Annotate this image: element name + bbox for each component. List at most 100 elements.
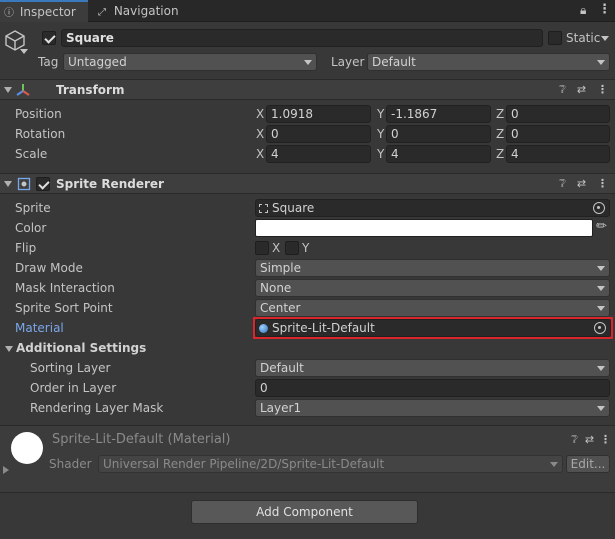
tag-dropdown[interactable]: Untagged — [63, 53, 317, 71]
more-menu-icon[interactable]: ⋮ — [599, 433, 612, 446]
sorting-layer-value: Default — [260, 361, 304, 375]
draw-mode-label: Draw Mode — [15, 261, 83, 275]
chevron-down-icon — [597, 406, 605, 411]
axis-x-label[interactable]: X — [256, 145, 264, 163]
chevron-down-icon — [550, 462, 558, 467]
static-dropdown-icon[interactable] — [601, 36, 609, 41]
more-menu-icon[interactable]: ⋮ — [596, 83, 609, 96]
additional-settings-label[interactable]: Additional Settings — [16, 339, 146, 357]
sprite-sort-point-dropdown[interactable]: Center — [255, 299, 610, 317]
axis-y-label[interactable]: Y — [377, 105, 384, 123]
rendering-layer-mask-dropdown[interactable]: Layer1 — [255, 399, 610, 417]
layer-dropdown[interactable]: Default — [367, 53, 610, 71]
position-label[interactable]: Position — [15, 105, 62, 123]
scale-label[interactable]: Scale — [15, 145, 47, 163]
scale-x-input[interactable]: 4 — [266, 145, 371, 163]
tab-bar: ⓘ Inspector ⤢ Navigation 🔒︎ ⋮ — [0, 0, 615, 22]
flip-y-checkbox[interactable] — [285, 241, 299, 255]
foldout-arrow-icon[interactable] — [4, 87, 12, 93]
flip-x-label: X — [272, 241, 281, 255]
presets-icon[interactable]: ⇄ — [575, 177, 588, 190]
material-icon — [259, 324, 268, 333]
object-picker-icon[interactable] — [593, 202, 605, 214]
gameobject-name-input[interactable]: Square — [61, 29, 543, 47]
axis-x-label[interactable]: X — [256, 125, 264, 143]
transform-header[interactable]: Transform ❔︎ ⇄ ⋮ — [0, 79, 615, 100]
tab-navigation[interactable]: ⤢ Navigation — [94, 0, 179, 22]
draw-mode-value: Simple — [260, 261, 301, 275]
static-label: Static — [566, 31, 601, 45]
material-object-field[interactable]: Sprite-Lit-Default — [255, 319, 611, 337]
shader-dropdown[interactable]: Universal Render Pipeline/2D/Sprite-Lit-… — [98, 455, 563, 473]
sprite-label: Sprite — [15, 201, 51, 215]
mask-interaction-dropdown[interactable]: None — [255, 279, 610, 297]
sprite-renderer-header[interactable]: Sprite Renderer ❔︎ ⇄ ⋮ — [0, 173, 615, 194]
foldout-arrow-icon[interactable] — [4, 181, 12, 187]
axis-x-label[interactable]: X — [256, 105, 264, 123]
tab-navigation-label: Navigation — [113, 4, 179, 18]
chevron-down-icon — [597, 266, 605, 271]
icon-dropdown-icon[interactable] — [20, 49, 28, 54]
lock-icon[interactable]: 🔒︎ — [580, 3, 586, 18]
sprite-renderer-enabled-checkbox[interactable] — [36, 177, 50, 191]
eyedropper-icon[interactable]: ✏︎ — [596, 219, 607, 234]
tab-inspector-label: Inspector — [19, 5, 76, 19]
tab-inspector[interactable]: ⓘ Inspector — [0, 0, 88, 22]
navigation-icon: ⤢ — [98, 7, 106, 18]
layer-label: Layer — [331, 55, 365, 69]
position-x-input[interactable]: 1.0918 — [266, 105, 371, 123]
shader-value: Universal Render Pipeline/2D/Sprite-Lit-… — [103, 457, 385, 471]
sprite-value: Square — [272, 201, 315, 215]
sorting-layer-label: Sorting Layer — [30, 361, 111, 375]
mask-interaction-label: Mask Interaction — [15, 281, 115, 295]
chevron-down-icon — [597, 306, 605, 311]
flip-x-checkbox[interactable] — [255, 241, 269, 255]
axis-y-label[interactable]: Y — [377, 145, 384, 163]
add-component-button[interactable]: Add Component — [191, 500, 418, 524]
draw-mode-dropdown[interactable]: Simple — [255, 259, 610, 277]
position-z-input[interactable]: 0 — [506, 105, 610, 123]
active-checkbox[interactable] — [42, 31, 56, 45]
help-icon[interactable]: ❔︎ — [556, 83, 569, 96]
tag-value: Untagged — [68, 55, 127, 69]
rotation-x-input[interactable]: 0 — [266, 125, 371, 143]
rendering-layer-mask-value: Layer1 — [260, 401, 302, 415]
chevron-down-icon — [597, 60, 605, 65]
order-in-layer-input[interactable]: 0 — [255, 379, 610, 397]
gameobject-cube-icon — [4, 29, 26, 51]
position-y-input[interactable]: -1.1867 — [386, 105, 491, 123]
axis-z-label[interactable]: Z — [496, 125, 504, 143]
foldout-arrow-icon[interactable] — [3, 466, 9, 474]
order-in-layer-label[interactable]: Order in Layer — [30, 379, 116, 397]
object-picker-icon[interactable] — [594, 322, 606, 334]
sprite-icon — [259, 204, 268, 213]
sprite-renderer-title: Sprite Renderer — [56, 177, 164, 191]
more-menu-icon[interactable]: ⋮ — [598, 2, 611, 17]
material-label: Material — [15, 321, 64, 335]
rotation-z-input[interactable]: 0 — [506, 125, 610, 143]
scale-z-input[interactable]: 4 — [506, 145, 610, 163]
edit-shader-button[interactable]: Edit... — [566, 455, 610, 473]
presets-icon[interactable]: ⇄ — [575, 83, 588, 96]
help-icon[interactable]: ❔︎ — [556, 177, 569, 190]
rotation-y-input[interactable]: 0 — [386, 125, 491, 143]
transform-icon — [16, 83, 30, 97]
static-checkbox[interactable] — [548, 31, 562, 45]
transform-title: Transform — [56, 83, 125, 97]
rendering-layer-mask-label: Rendering Layer Mask — [30, 401, 164, 415]
sprite-object-field[interactable]: Square — [255, 199, 610, 217]
more-menu-icon[interactable]: ⋮ — [596, 177, 609, 190]
axis-z-label[interactable]: Z — [496, 105, 504, 123]
color-swatch[interactable] — [255, 219, 593, 237]
axis-z-label[interactable]: Z — [496, 145, 504, 163]
rotation-label[interactable]: Rotation — [15, 125, 65, 143]
divider — [0, 492, 615, 493]
color-label: Color — [15, 221, 47, 235]
axis-y-label[interactable]: Y — [377, 125, 384, 143]
help-icon[interactable]: ❔︎ — [568, 433, 581, 446]
sprite-sort-point-label: Sprite Sort Point — [15, 301, 113, 315]
scale-y-input[interactable]: 4 — [386, 145, 491, 163]
sorting-layer-dropdown[interactable]: Default — [255, 359, 610, 377]
foldout-arrow-icon[interactable] — [5, 346, 13, 352]
presets-icon[interactable]: ⇄ — [583, 433, 596, 446]
